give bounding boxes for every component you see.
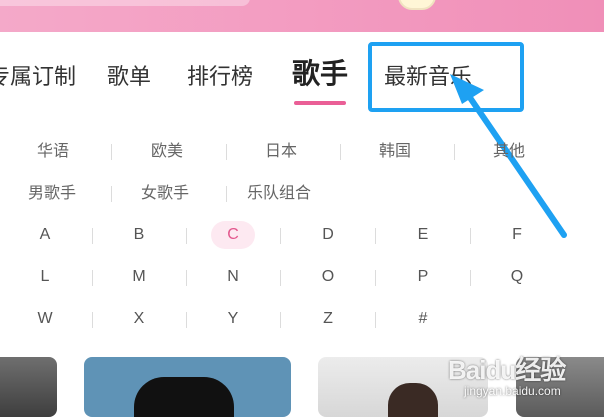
divider	[375, 312, 376, 328]
filter-letter-z[interactable]: Z	[306, 305, 350, 333]
filter-letter-f[interactable]: F	[495, 221, 539, 249]
divider	[280, 312, 281, 328]
divider	[280, 270, 281, 286]
filter-letter-b[interactable]: B	[117, 221, 161, 249]
divider	[186, 312, 187, 328]
divider	[92, 312, 93, 328]
divider	[280, 228, 281, 244]
divider	[186, 270, 187, 286]
singer-card[interactable]	[0, 357, 57, 417]
filter-letter-d[interactable]: D	[306, 221, 350, 249]
filter-letter-l[interactable]: L	[23, 263, 67, 291]
filter-letter-a[interactable]: A	[23, 221, 67, 249]
filter-letter-n[interactable]: N	[211, 263, 255, 291]
filter-region-korea[interactable]: 韩国	[379, 137, 411, 165]
divider	[111, 144, 112, 160]
divider	[226, 144, 227, 160]
singer-card[interactable]	[84, 357, 291, 417]
filter-type-male[interactable]: 男歌手	[28, 179, 76, 207]
filter-letter-o[interactable]: O	[306, 263, 350, 291]
divider	[454, 144, 455, 160]
singer-photo	[134, 377, 234, 417]
watermark-url: jingyan.baidu.com	[464, 384, 561, 398]
divider	[92, 228, 93, 244]
watermark-logo: Baidu经验	[448, 355, 566, 385]
divider	[111, 186, 112, 202]
filter-letter-x[interactable]: X	[117, 305, 161, 333]
divider	[470, 228, 471, 244]
filter-region-western[interactable]: 欧美	[151, 137, 183, 165]
filter-region-japan[interactable]: 日本	[265, 137, 297, 165]
divider	[375, 228, 376, 244]
filter-letter-hash[interactable]: #	[401, 305, 445, 333]
filter-letter-w[interactable]: W	[23, 305, 67, 333]
divider	[186, 228, 187, 244]
filter-letter-e[interactable]: E	[401, 221, 445, 249]
filter-type-female[interactable]: 女歌手	[141, 179, 189, 207]
divider	[92, 270, 93, 286]
filter-letter-y[interactable]: Y	[211, 305, 255, 333]
filter-region-chinese[interactable]: 华语	[37, 137, 69, 165]
divider	[375, 270, 376, 286]
watermark: Baidu经验 jingyan.baidu.com	[428, 340, 604, 408]
divider	[226, 186, 227, 202]
filter-type-band[interactable]: 乐队组合	[247, 179, 311, 207]
filter-letter-c[interactable]: C	[211, 221, 255, 249]
filter-letter-q[interactable]: Q	[495, 263, 539, 291]
divider	[470, 270, 471, 286]
divider	[340, 144, 341, 160]
filter-letter-m[interactable]: M	[117, 263, 161, 291]
filter-region-other[interactable]: 其他	[493, 137, 525, 165]
filter-letter-p[interactable]: P	[401, 263, 445, 291]
